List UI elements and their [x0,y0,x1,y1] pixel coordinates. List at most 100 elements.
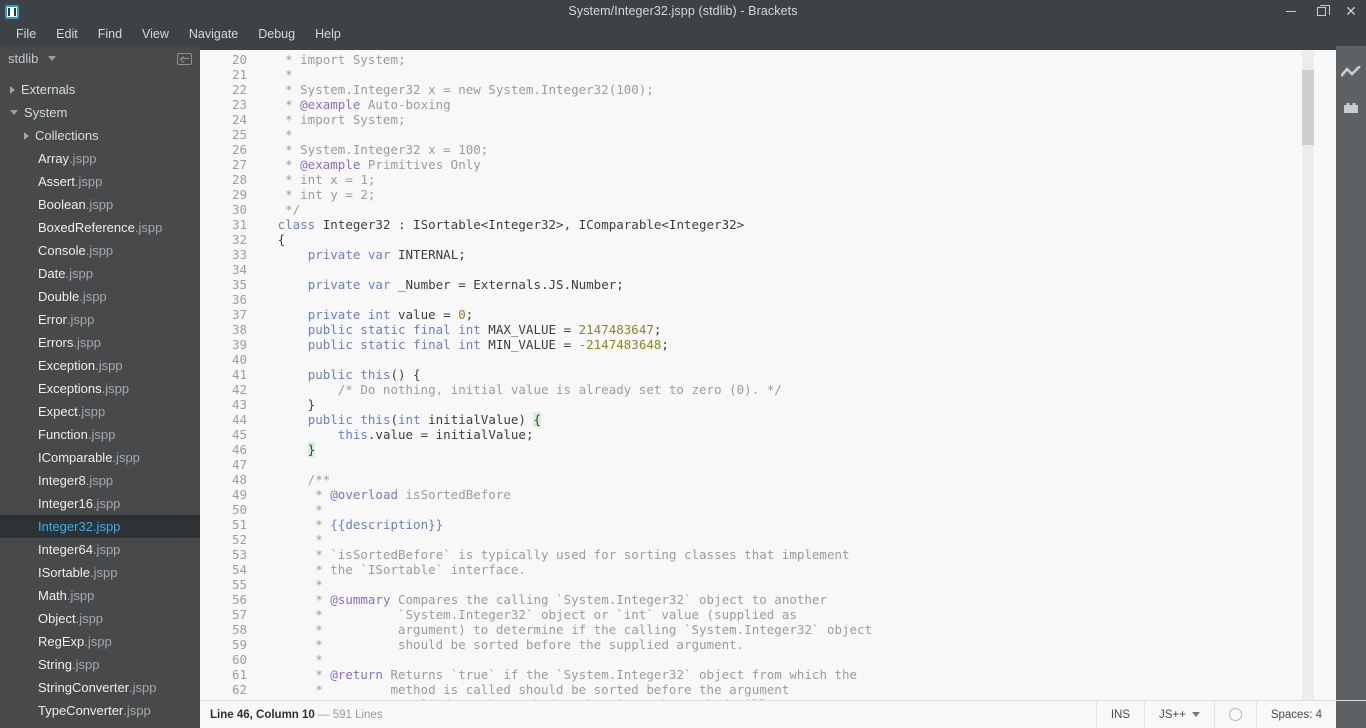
code-line[interactable]: 35 private var _Number = Externals.JS.Nu… [200,277,1314,292]
code-line[interactable]: 60 * [200,652,1314,667]
menu-item-view[interactable]: View [132,24,179,44]
tree-file-errors[interactable]: Errors .jspp [0,331,200,354]
chevron-right-icon[interactable] [24,131,29,140]
code-line[interactable]: 43 } [200,397,1314,412]
tree-folder-collections[interactable]: Collections [0,124,200,147]
code-line[interactable]: 57 * `System.Integer32` object or `int` … [200,607,1314,622]
tree-file-assert[interactable]: Assert .jspp [0,170,200,193]
tree-file-integer16[interactable]: Integer16 .jspp [0,492,200,515]
tree-file-integer32[interactable]: Integer32 .jspp [0,515,200,538]
menu-item-file[interactable]: File [6,24,46,44]
code-line[interactable]: 55 * [200,577,1314,592]
maximize-button[interactable] [1306,0,1336,22]
split-view-icon[interactable] [177,53,192,65]
code-line[interactable]: 27 * @example Primitives Only [200,157,1314,172]
code-line[interactable]: 25 * [200,127,1314,142]
code-line[interactable]: 34 [200,262,1314,277]
minimize-button[interactable] [1276,0,1306,22]
code-line[interactable]: 47 [200,457,1314,472]
code-line[interactable]: 32 { [200,232,1314,247]
code-line[interactable]: 29 * int y = 2; [200,187,1314,202]
code-line[interactable]: 38 public static final int MAX_VALUE = 2… [200,322,1314,337]
chevron-right-icon[interactable] [10,85,15,94]
code-scroll-area[interactable]: 20 * import System; 21 * 22 * System.Integ… [200,50,1314,700]
code-line[interactable]: 26 * System.Integer32 x = 100; [200,142,1314,157]
code-line[interactable]: 36 [200,292,1314,307]
tree-file-regexp[interactable]: RegExp .jspp [0,630,200,653]
editor-vertical-scrollbar[interactable] [1302,50,1314,700]
code-line[interactable]: 33 private var INTERNAL; [200,247,1314,262]
code-line[interactable]: 51 * {{description}} [200,517,1314,532]
code-line[interactable]: 58 * argument) to determine if the calli… [200,622,1314,637]
tree-file-exception[interactable]: Exception .jspp [0,354,200,377]
indent-setting[interactable]: Spaces: 4 [1255,700,1336,728]
project-header: stdlib [0,46,200,72]
code-line[interactable]: 40 [200,352,1314,367]
tree-file-object[interactable]: Object .jspp [0,607,200,630]
tree-folder-externals[interactable]: Externals [0,78,200,101]
tree-file-boxedreference[interactable]: BoxedReference .jspp [0,216,200,239]
code-line[interactable]: 46 } [200,442,1314,457]
line-number: 28 [231,172,247,187]
insert-mode-indicator[interactable]: INS [1095,700,1144,728]
tree-file-stringconverter[interactable]: StringConverter .jspp [0,676,200,699]
menu-item-help[interactable]: Help [305,24,351,44]
code-editor[interactable]: 20 * import System; 21 * 22 * System.Integ… [200,46,1336,700]
tree-file-math[interactable]: Math .jspp [0,584,200,607]
line-number: 21 [231,67,247,82]
code-line[interactable]: 28 * int x = 1; [200,172,1314,187]
code-line[interactable]: 23 * @example Auto-boxing [200,97,1314,112]
tree-folder-system[interactable]: System [0,101,200,124]
code-line[interactable]: 52 * [200,532,1314,547]
code-line[interactable]: 42 /* Do nothing, initial value is alrea… [200,382,1314,397]
menu-item-navigate[interactable]: Navigate [179,24,248,44]
code-line[interactable]: 45 this.value = initialValue; [200,427,1314,442]
code-line[interactable]: 49 * @overload isSortedBefore [200,487,1314,502]
lint-status[interactable] [1213,700,1256,728]
tree-file-icomparable[interactable]: IComparable .jspp [0,446,200,469]
tree-file-isortable[interactable]: ISortable .jspp [0,561,200,584]
tree-file-expect[interactable]: Expect .jspp [0,400,200,423]
live-preview-icon[interactable] [1336,56,1366,90]
code-line[interactable]: 53 * `isSortedBefore` is typically used … [200,547,1314,562]
cursor-position[interactable]: Line 46, Column 10 — 591 Lines [210,709,383,721]
tree-file-array[interactable]: Array .jspp [0,147,200,170]
tree-file-string[interactable]: String .jspp [0,653,200,676]
extension-manager-icon[interactable] [1336,90,1366,124]
code-line[interactable]: 61 * @return Returns `true` if the `Syst… [200,667,1314,682]
code-line[interactable]: 21 * [200,67,1314,82]
code-line[interactable]: 30 */ [200,202,1314,217]
code-line[interactable]: 50 * [200,502,1314,517]
code-line[interactable]: 59 * should be sorted before the supplie… [200,637,1314,652]
chevron-down-icon[interactable] [10,110,18,115]
tree-file-boolean[interactable]: Boolean .jspp [0,193,200,216]
code-line[interactable]: 37 private int value = 0; [200,307,1314,322]
menu-item-find[interactable]: Find [88,24,132,44]
tree-file-integer8[interactable]: Integer8 .jspp [0,469,200,492]
tree-file-typeconverter[interactable]: TypeConverter .jspp [0,699,200,722]
tree-file-exceptions[interactable]: Exceptions .jspp [0,377,200,400]
project-dropdown[interactable]: stdlib [8,50,56,68]
code-line[interactable]: 56 * @summary Compares the calling `Syst… [200,592,1314,607]
tree-file-integer64[interactable]: Integer64 .jspp [0,538,200,561]
menu-item-debug[interactable]: Debug [248,24,305,44]
code-line[interactable]: 22 * System.Integer32 x = new System.Int… [200,82,1314,97]
tree-file-function[interactable]: Function .jspp [0,423,200,446]
tree-file-console[interactable]: Console .jspp [0,239,200,262]
code-line[interactable]: 39 public static final int MIN_VALUE = -… [200,337,1314,352]
code-line[interactable]: 41 public this() { [200,367,1314,382]
scrollbar-thumb[interactable] [1302,70,1314,145]
code-line[interactable]: 24 * import System; [200,112,1314,127]
language-selector[interactable]: JS++ [1143,700,1214,728]
code-line[interactable]: 62 * method is called should be sorted b… [200,682,1314,697]
tree-file-double[interactable]: Double .jspp [0,285,200,308]
code-line[interactable]: 44 public this(int initialValue) { [200,412,1314,427]
code-line[interactable]: 48 /** [200,472,1314,487]
code-line[interactable]: 54 * the `ISortable` interface. [200,562,1314,577]
code-line[interactable]: 20 * import System; [200,52,1314,67]
tree-file-error[interactable]: Error .jspp [0,308,200,331]
menu-item-edit[interactable]: Edit [46,24,88,44]
code-line[interactable]: 31 class Integer32 : ISortable<Integer32… [200,217,1314,232]
close-button[interactable]: ✕ [1336,0,1366,22]
tree-file-date[interactable]: Date .jspp [0,262,200,285]
